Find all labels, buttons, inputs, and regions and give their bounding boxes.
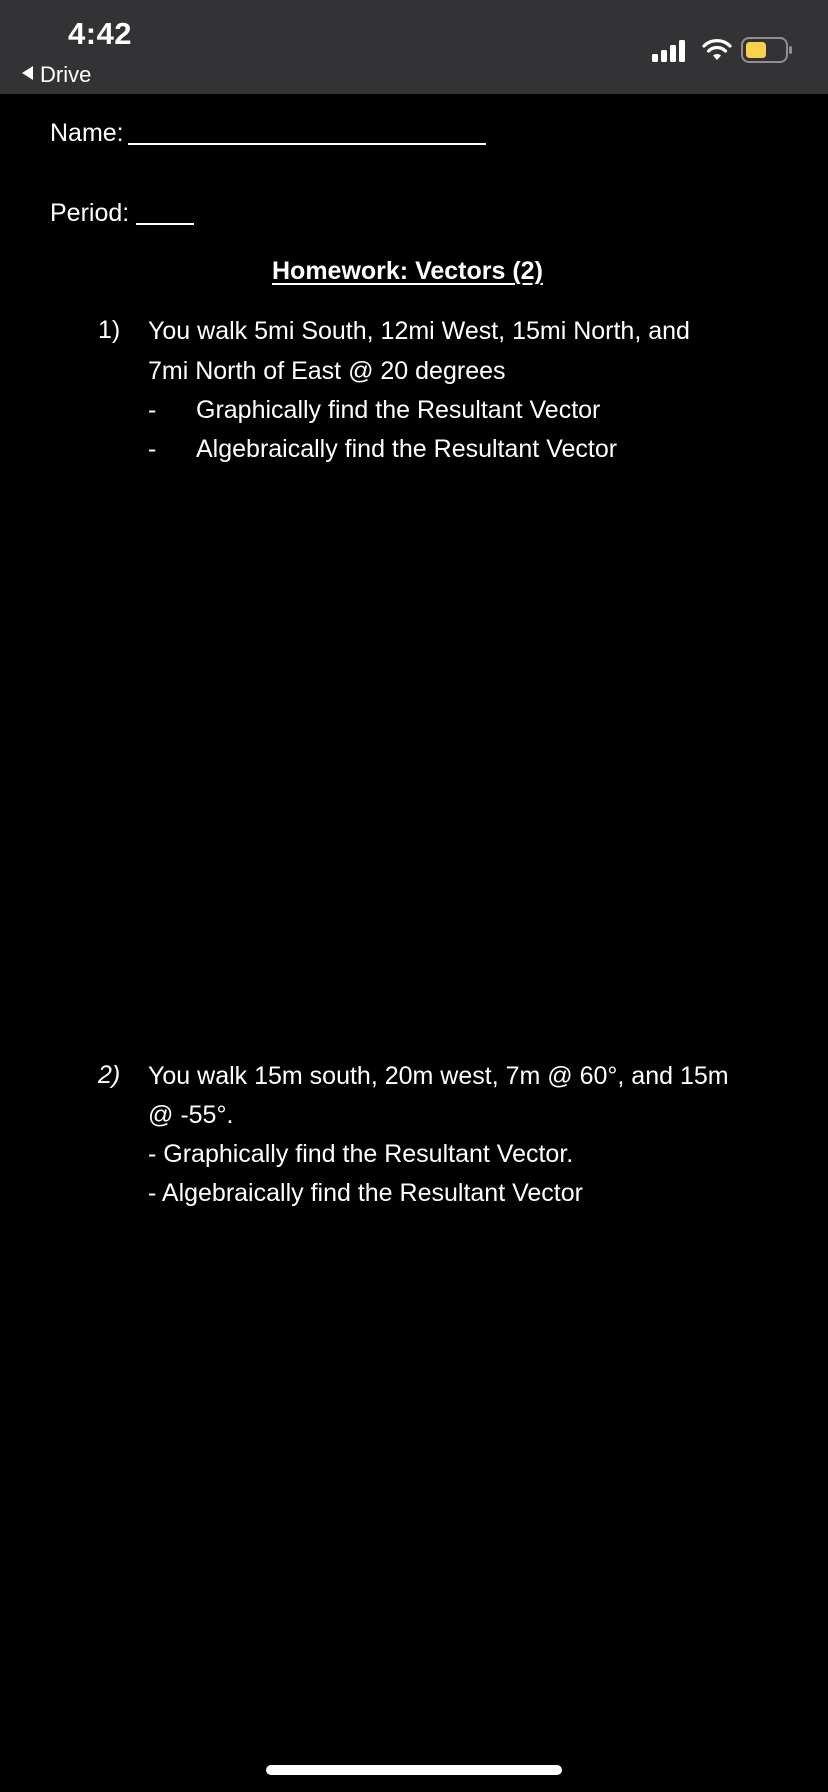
name-label: Name: — [50, 119, 124, 147]
question-1-bullet-2: Algebraically find the Resultant Vector — [196, 435, 618, 463]
back-label: Drive — [40, 62, 92, 87]
back-arrow-icon — [22, 66, 33, 80]
battery-icon — [741, 37, 792, 63]
status-time: 4:42 — [68, 16, 133, 51]
question-2-line-4: - Algebraically find the Resultant Vecto… — [148, 1179, 583, 1207]
status-bar: 4:42 Drive — [0, 0, 828, 94]
question-1-line-1: You walk 5mi South, 12mi West, 15mi Nort… — [148, 317, 690, 345]
page-title: Homework: Vectors (2) — [272, 257, 543, 285]
question-2-line-1: You walk 15m south, 20m west, 7m @ 60°, … — [148, 1062, 729, 1090]
question-1-bullet-2-marker: - — [148, 435, 157, 463]
question-1-number: 1) — [98, 316, 121, 344]
period-label: Period: — [50, 199, 130, 227]
question-2-line-3: - Graphically find the Resultant Vector. — [148, 1140, 574, 1168]
period-blank-line — [136, 223, 194, 225]
question-1-bullet-1-marker: - — [148, 396, 157, 424]
back-to-drive-button[interactable]: Drive — [22, 62, 91, 88]
question-2-line-2: @ -55°. — [148, 1101, 234, 1129]
question-1-line-2: 7mi North of East @ 20 degrees — [148, 357, 506, 385]
wifi-icon — [702, 39, 732, 60]
cellular-signal-icon — [652, 40, 685, 62]
question-1-bullet-1: Graphically find the Resultant Vector — [196, 396, 601, 424]
name-blank-line — [128, 143, 486, 145]
home-indicator[interactable] — [266, 1765, 562, 1775]
question-2-number: 2) — [98, 1061, 121, 1089]
